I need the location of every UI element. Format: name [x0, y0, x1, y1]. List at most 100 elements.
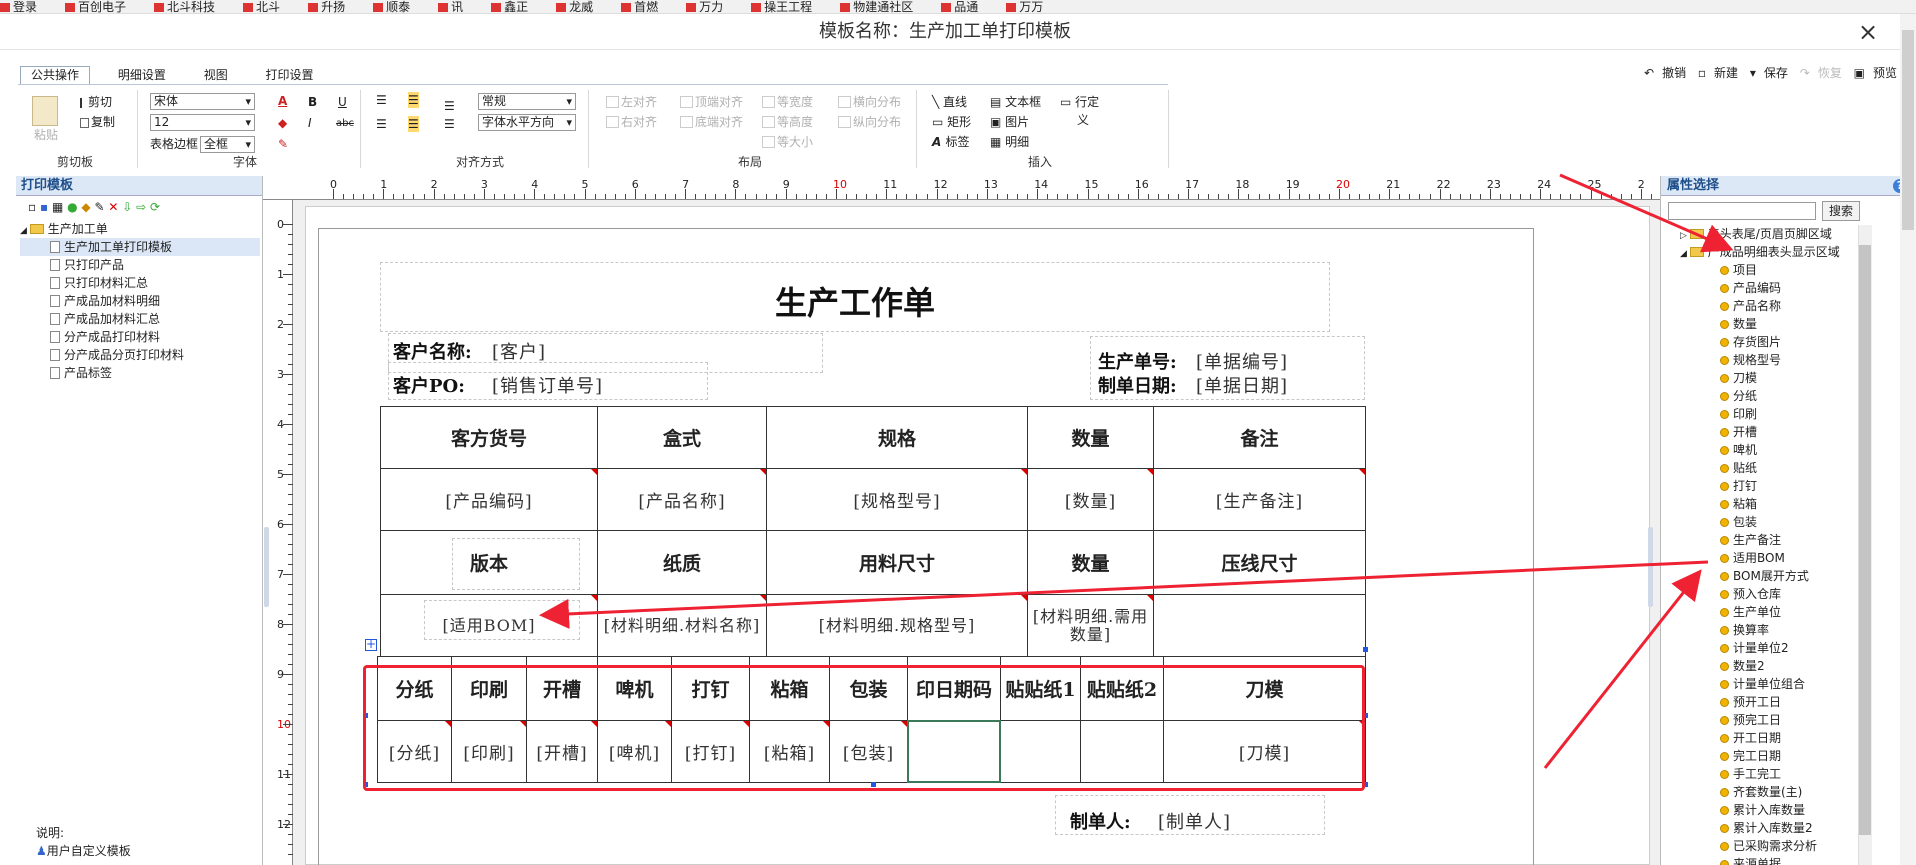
resize-handle[interactable] [363, 713, 368, 718]
table2-header-cell[interactable]: 数量 [1027, 530, 1154, 595]
cut-button[interactable]: 剪切 [80, 94, 112, 110]
table2-header-cell[interactable]: 压线尺寸 [1153, 530, 1366, 595]
redo-button[interactable]: ↷ 恢复 [1800, 66, 1842, 80]
document-title[interactable]: 生产工作单 [380, 278, 1330, 324]
table2-field-cell[interactable]: [材料明细.需用数量] [1027, 594, 1154, 657]
table1-header-cell[interactable]: 盒式 [597, 406, 767, 469]
table3-header-cell[interactable]: 打钉 [671, 656, 750, 721]
align-left-button[interactable]: 左对齐 [606, 94, 657, 110]
rect-tool-button[interactable]: ▭ 矩形 [932, 114, 971, 130]
table3-field-cell[interactable]: [印刷] [451, 720, 527, 783]
bold-button[interactable]: B [308, 94, 317, 110]
property-field[interactable]: 预完工日 [1720, 711, 1855, 729]
table2-header-cell[interactable]: 版本 [380, 530, 598, 595]
property-field[interactable]: 啤机 [1720, 441, 1855, 459]
table3-header-cell[interactable]: 分纸 [377, 656, 452, 721]
property-field[interactable]: 开槽 [1720, 423, 1855, 441]
save-button[interactable]: ▾ 保存 [1750, 66, 1788, 80]
table2-header-cell[interactable]: 用料尺寸 [766, 530, 1028, 595]
po-label[interactable]: 客户PO: [393, 372, 465, 398]
font-family-select[interactable]: 宋体 [150, 93, 255, 110]
collapse-icon[interactable]: ◢ [1680, 249, 1690, 259]
property-field[interactable]: 生产备注 [1720, 531, 1855, 549]
tab-detail-settings[interactable]: 明细设置 [108, 67, 176, 85]
new-template-icon[interactable]: ▫ [28, 200, 36, 214]
group-header-footer[interactable]: ▷ 表头表尾/页眉页脚区域 [1680, 225, 1855, 243]
bookmark-item[interactable]: 物建通社区 [840, 1, 913, 13]
bookmark-item[interactable]: 鑫正 [491, 1, 528, 13]
customer-field[interactable]: [客户] [492, 338, 546, 364]
resize-handle[interactable] [1363, 713, 1368, 718]
resize-handle[interactable] [1363, 782, 1368, 787]
property-field[interactable]: 来源单据 [1720, 855, 1855, 865]
table3-field-cell[interactable]: [分纸] [377, 720, 452, 783]
table3-field-cell[interactable]: [开槽] [526, 720, 598, 783]
bookmark-item[interactable]: 首燃 [621, 1, 658, 13]
maker-field[interactable]: [制单人] [1158, 808, 1231, 834]
table3-field-cell[interactable]: [啤机] [597, 720, 672, 783]
italic-button[interactable]: I [308, 115, 312, 131]
equal-height-button[interactable]: 等高度 [762, 114, 813, 130]
table3-field-cell[interactable]: [粘箱] [749, 720, 830, 783]
move-handle-icon[interactable]: + [365, 638, 377, 651]
equal-size-button[interactable]: 等大小 [762, 134, 813, 150]
table3-field-cell[interactable] [907, 720, 1001, 783]
bookmark-item[interactable]: 升扬 [308, 1, 345, 13]
property-field[interactable]: 适用BOM [1720, 549, 1855, 567]
bookmark-item[interactable]: 登录 [0, 1, 37, 13]
table1-field-cell[interactable]: [规格型号] [766, 468, 1028, 531]
customer-label[interactable]: 客户名称: [393, 338, 472, 364]
paste-button[interactable]: 粘贴 [34, 127, 58, 143]
bookmark-item[interactable]: 龙威 [556, 1, 593, 13]
table3-header-cell[interactable]: 贴贴纸1 [1000, 656, 1081, 721]
property-field[interactable]: 贴纸 [1720, 459, 1855, 477]
resize-handle[interactable] [1363, 647, 1368, 652]
property-field[interactable]: 数量2 [1720, 657, 1855, 675]
undo-button[interactable]: ↶ 撤销 [1644, 66, 1686, 80]
property-field[interactable]: 开工日期 [1720, 729, 1855, 747]
bookmark-item[interactable]: 讯 [438, 1, 463, 13]
table2-field-cell[interactable] [1153, 594, 1366, 657]
fill-color-icon[interactable]: ◆ [278, 115, 287, 131]
resize-handle[interactable] [363, 782, 368, 787]
table3-field-cell[interactable]: [刀模] [1163, 720, 1366, 783]
property-field[interactable]: 预入仓库 [1720, 585, 1855, 603]
right-collapse-handle[interactable] [1648, 527, 1653, 607]
property-scrollbar-thumb[interactable] [1859, 245, 1871, 835]
window-scrollbar-thumb[interactable] [1902, 30, 1914, 230]
table1-field-cell[interactable]: [产品编码] [380, 468, 598, 531]
property-field[interactable]: BOM展开方式 [1720, 567, 1855, 585]
table1-field-cell[interactable]: [产品名称] [597, 468, 767, 531]
table2-field-cell[interactable]: [材料明细.材料名称] [597, 594, 767, 657]
bookmark-item[interactable]: 北斗科技 [154, 1, 215, 13]
align-bottom-button[interactable]: 底端对齐 [680, 114, 743, 130]
line-tool-button[interactable]: ╲ 直线 [932, 94, 967, 110]
table3-header-cell[interactable]: 印刷 [451, 656, 527, 721]
maker-label[interactable]: 制单人: [1070, 808, 1131, 834]
property-field[interactable]: 已采购需求分析 [1720, 837, 1855, 855]
search-button[interactable]: 搜索 [1822, 201, 1860, 221]
preview-button[interactable]: ▣ 预览 [1854, 66, 1897, 80]
prodno-field[interactable]: [单据编号] [1196, 348, 1288, 374]
table1-field-cell[interactable]: [数量] [1027, 468, 1154, 531]
bookmark-item[interactable]: 品通 [941, 1, 978, 13]
property-field[interactable]: 存货图片 [1720, 333, 1855, 351]
bookmark-item[interactable]: 北斗 [243, 1, 280, 13]
move-template-icon[interactable]: ⇨ [136, 200, 146, 214]
splitter[interactable] [1660, 176, 1661, 865]
text-direction-select[interactable]: 字体水平方向 [478, 114, 576, 131]
property-field[interactable]: 计量单位组合 [1720, 675, 1855, 693]
date-label[interactable]: 制单日期: [1098, 372, 1177, 398]
align-top-icon[interactable]: ☰ [376, 92, 387, 108]
template-item[interactable]: 产成品加材料汇总 [20, 310, 260, 328]
bookmark-item[interactable]: 万力 [686, 1, 723, 13]
tab-print-settings[interactable]: 打印设置 [256, 67, 324, 85]
table3-header-cell[interactable]: 刀模 [1163, 656, 1366, 721]
hdist-button[interactable]: 横向分布 [838, 94, 901, 110]
bookmark-item[interactable]: 顺泰 [373, 1, 410, 13]
table3-header-cell[interactable]: 贴贴纸2 [1080, 656, 1164, 721]
table1-field-cell[interactable]: [生产备注] [1153, 468, 1366, 531]
table3-header-cell[interactable]: 印日期码 [907, 656, 1001, 721]
left-collapse-handle[interactable] [264, 527, 269, 607]
property-field[interactable]: 完工日期 [1720, 747, 1855, 765]
